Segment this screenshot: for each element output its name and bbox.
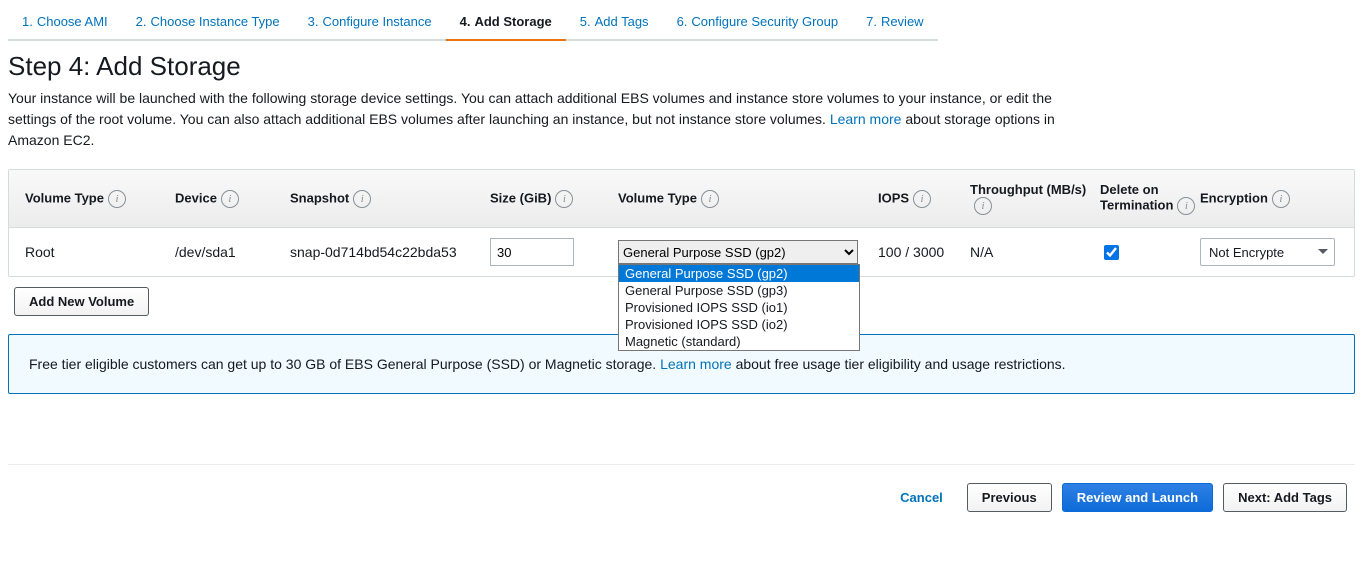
col-snapshot: Snapshot bbox=[290, 190, 349, 205]
volume-type-option[interactable]: General Purpose SSD (gp3) bbox=[619, 282, 859, 299]
add-new-volume-button[interactable]: Add New Volume bbox=[14, 287, 149, 316]
delete-on-termination-checkbox[interactable] bbox=[1104, 245, 1119, 260]
volume-type-option[interactable]: Magnetic (standard) bbox=[619, 333, 859, 350]
col-delete-on-term: Delete on Termination bbox=[1100, 182, 1173, 212]
table-row: Root /dev/sda1 snap-0d714bd54c22bda53 Ge… bbox=[9, 228, 1354, 276]
col-iops: IOPS bbox=[878, 190, 909, 205]
info-icon[interactable]: i bbox=[701, 190, 719, 208]
col-throughput: Throughput (MB/s) bbox=[970, 182, 1086, 197]
learn-more-link[interactable]: Learn more bbox=[830, 111, 902, 127]
page-description: Your instance will be launched with the … bbox=[8, 88, 1058, 151]
encryption-select[interactable]: Not Encrypte bbox=[1200, 238, 1335, 266]
info-icon[interactable]: i bbox=[913, 190, 931, 208]
wizard-tabs: 1.Choose AMI 2.Choose Instance Type 3.Co… bbox=[8, 8, 1355, 41]
volume-type-option[interactable]: General Purpose SSD (gp2) bbox=[619, 265, 859, 282]
previous-button[interactable]: Previous bbox=[967, 483, 1052, 512]
info-icon[interactable]: i bbox=[1272, 190, 1290, 208]
table-header-row: Volume Typei Devicei Snapshoti Size (GiB… bbox=[9, 170, 1354, 228]
size-input[interactable] bbox=[490, 238, 574, 266]
col-volume-kind: Volume Type bbox=[25, 190, 104, 205]
cell-snapshot: snap-0d714bd54c22bda53 bbox=[290, 244, 490, 260]
volume-type-option[interactable]: Provisioned IOPS SSD (io1) bbox=[619, 299, 859, 316]
cell-device: /dev/sda1 bbox=[175, 244, 290, 260]
info-icon[interactable]: i bbox=[353, 190, 371, 208]
tab-add-storage[interactable]: 4.Add Storage bbox=[446, 8, 566, 41]
tab-configure-security-group[interactable]: 6.Configure Security Group bbox=[663, 8, 853, 41]
tab-review[interactable]: 7.Review bbox=[852, 8, 937, 41]
info-icon[interactable]: i bbox=[108, 190, 126, 208]
cell-throughput: N/A bbox=[970, 244, 1100, 260]
wizard-footer: Cancel Previous Review and Launch Next: … bbox=[8, 464, 1355, 526]
notice-learn-more-link[interactable]: Learn more bbox=[660, 356, 732, 372]
next-button[interactable]: Next: Add Tags bbox=[1223, 483, 1347, 512]
col-volume-type: Volume Type bbox=[618, 190, 697, 205]
tab-add-tags[interactable]: 5.Add Tags bbox=[566, 8, 663, 41]
cell-iops: 100 / 3000 bbox=[878, 244, 970, 260]
page-title: Step 4: Add Storage bbox=[8, 51, 1355, 82]
tab-choose-ami[interactable]: 1.Choose AMI bbox=[8, 8, 122, 41]
col-device: Device bbox=[175, 190, 217, 205]
cancel-button[interactable]: Cancel bbox=[886, 484, 957, 511]
info-icon[interactable]: i bbox=[555, 190, 573, 208]
volume-type-option[interactable]: Provisioned IOPS SSD (io2) bbox=[619, 316, 859, 333]
col-encryption: Encryption bbox=[1200, 190, 1268, 205]
volume-type-select[interactable]: General Purpose SSD (gp2) bbox=[618, 240, 858, 264]
info-icon[interactable]: i bbox=[221, 190, 239, 208]
volume-type-dropdown: General Purpose SSD (gp2) General Purpos… bbox=[618, 264, 860, 351]
storage-table: Volume Typei Devicei Snapshoti Size (GiB… bbox=[8, 169, 1355, 277]
tab-choose-instance-type[interactable]: 2.Choose Instance Type bbox=[122, 8, 294, 41]
col-size: Size (GiB) bbox=[490, 190, 551, 205]
tab-configure-instance[interactable]: 3.Configure Instance bbox=[294, 8, 446, 41]
info-icon[interactable]: i bbox=[1177, 197, 1195, 215]
review-and-launch-button[interactable]: Review and Launch bbox=[1062, 483, 1213, 512]
cell-volume-kind: Root bbox=[17, 244, 175, 260]
info-icon[interactable]: i bbox=[974, 197, 992, 215]
